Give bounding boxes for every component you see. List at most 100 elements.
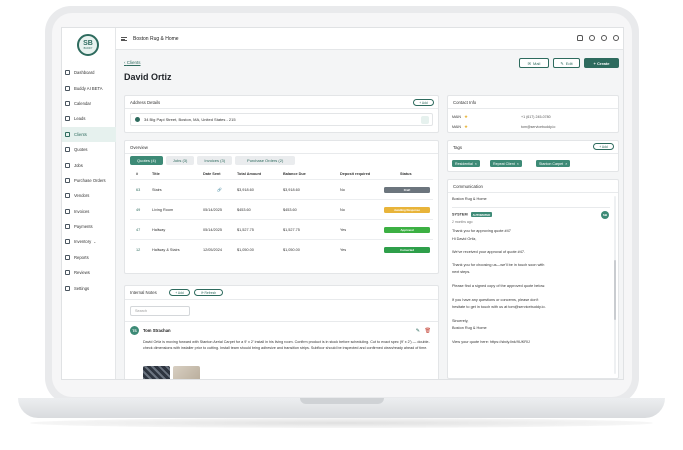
notes-card: Internal Notes + Add ⟳ Refresh Search TS…	[124, 285, 439, 379]
sidebar-item-buddy-ai-beta[interactable]: Buddy AI BETA	[62, 80, 116, 95]
sidebar-item-label: Payments	[74, 224, 93, 230]
message-line: Please find a signed copy of the approve…	[452, 284, 546, 288]
note-author-avatar: TS	[130, 326, 139, 335]
eye-icon[interactable]	[421, 116, 429, 124]
message-line: next steps.	[452, 270, 471, 274]
sidebar-item-reports[interactable]: Reports	[62, 250, 116, 265]
sidebar-item-label: Leads	[74, 116, 86, 122]
create-button[interactable]: + Create	[584, 58, 619, 68]
table-cell-title: Stairs	[152, 187, 162, 192]
bell-icon[interactable]	[577, 35, 583, 41]
table-row[interactable]: 47 Hallway 05/14/2025 $1,527.75 $1,527.75 Yes…	[130, 219, 433, 239]
message-line: hesitate to get in touch with us at tom@…	[452, 305, 546, 309]
message-time: 2 months ago	[452, 220, 473, 224]
vendors-icon	[65, 193, 70, 199]
table-row[interactable]: 49 Living Room 05/14/2025 $453.60 $453.60 No A…	[130, 199, 433, 219]
note-image-thumbnail[interactable]	[143, 366, 170, 379]
sidebar-item-label: Reports	[74, 254, 89, 260]
divider	[448, 192, 618, 193]
link-icon: 🔗	[217, 188, 222, 192]
message-line: Boston Rug & Home	[452, 326, 487, 330]
divider	[125, 321, 438, 322]
mail-button[interactable]: ✉ Mail	[519, 58, 549, 68]
add-address-button[interactable]: + Add	[413, 99, 434, 106]
sidebar: SB BUDDY Dashboard Buddy AI BETA Calendar L…	[62, 28, 116, 379]
mail-icon: ✉	[527, 60, 531, 66]
divider	[448, 108, 618, 109]
tag-chip[interactable]: Residential ×	[452, 160, 480, 167]
invoices-icon	[65, 208, 70, 214]
message-subject: Boston Rug & Home	[452, 197, 487, 201]
overview-card: Overview Quotes (4) Jobs (3) Invoices (3) P…	[124, 140, 439, 274]
help-icon[interactable]	[601, 35, 607, 41]
sidebar-item-payments[interactable]: Payments	[62, 219, 116, 234]
reviews-icon	[65, 270, 70, 276]
table-cell-total: $453.60	[237, 207, 251, 212]
close-icon[interactable]: ×	[517, 162, 519, 166]
sidebar-item-leads[interactable]: Leads	[62, 111, 116, 126]
gear-icon[interactable]	[613, 35, 619, 41]
tag-chip[interactable]: Repeat Client ×	[490, 160, 522, 167]
sidebar-item-invoices[interactable]: Invoices	[62, 204, 116, 219]
tab-jobs[interactable]: Jobs (3)	[165, 156, 195, 165]
communication-title: Communication	[453, 184, 483, 189]
tab-purchase[interactable]: Purchase Orders (2)	[235, 156, 296, 165]
edit-label: Edit	[565, 60, 573, 66]
mail-label: Mail	[533, 60, 541, 66]
tab-quotes[interactable]: Quotes (4)	[130, 156, 163, 165]
notes-search-input[interactable]: Search	[130, 306, 190, 316]
add-note-button[interactable]: + Add	[169, 289, 190, 296]
note-author: Tom Strachan	[143, 328, 171, 333]
close-icon[interactable]: ×	[565, 162, 567, 166]
pencil-icon[interactable]: ✎	[416, 328, 420, 334]
sidebar-item-jobs[interactable]: Jobs	[62, 157, 116, 172]
sidebar-item-clients[interactable]: Clients	[62, 126, 116, 142]
divider	[452, 207, 610, 208]
edit-button[interactable]: ✎ Edit	[553, 58, 580, 68]
app-logo[interactable]: SB BUDDY	[77, 34, 99, 56]
status-cell: Approved	[384, 220, 430, 239]
tab-invoices[interactable]: Invoices (3)	[197, 156, 233, 165]
divider	[125, 153, 438, 154]
sidebar-item-calendar[interactable]: Calendar	[62, 96, 116, 111]
column-header: Deposit required	[340, 171, 371, 176]
sidebar-item-inventory[interactable]: Inventory ⌄	[62, 234, 116, 249]
scrollbar-thumb[interactable]	[614, 260, 616, 320]
note-image-thumbnail[interactable]	[173, 366, 200, 379]
tag-chip[interactable]: Stanton Carpet ×	[536, 160, 571, 167]
tags-title: Tags	[453, 145, 463, 150]
communication-card: Communication Boston Rug & Home SYSTEM AU…	[447, 179, 619, 379]
quotes-table-header: # Title Date Sent Total Amount Balance Due De…	[130, 169, 433, 178]
sidebar-item-settings[interactable]: Settings	[62, 280, 116, 295]
close-icon[interactable]: ×	[475, 162, 477, 166]
table-row[interactable]: 63 Stairs 🔗 $3,918.60 $3,918.60 No Draft	[130, 179, 433, 199]
sidebar-item-label: Purchase Orders	[74, 177, 106, 183]
contact-row[interactable]: MAIN ★ tom@servicebuddy.io	[452, 122, 614, 132]
back-to-clients-link[interactable]: ‹ Clients	[124, 60, 141, 65]
trash-icon[interactable]: 🗑	[425, 328, 431, 334]
quotes-icon	[65, 147, 70, 153]
company-name: Boston Rug & Home	[133, 35, 179, 42]
status-cell: Awaiting Response	[384, 200, 430, 219]
add-tag-button[interactable]: + Add	[593, 143, 614, 150]
contact-value: tom@servicebuddy.io	[521, 125, 556, 129]
settings-icon	[65, 285, 70, 291]
sidebar-item-vendors[interactable]: Vendors	[62, 188, 116, 203]
sidebar-item-dashboard[interactable]: Dashboard	[62, 65, 116, 80]
refresh-notes-button[interactable]: ⟳ Refresh	[194, 289, 223, 296]
payments-icon	[65, 224, 70, 230]
table-cell-num: 63	[136, 187, 141, 192]
sidebar-item-quotes[interactable]: Quotes	[62, 142, 116, 157]
search-icon[interactable]	[589, 35, 595, 41]
table-row[interactable]: 12 Hallway & Stairs 12/05/2024 $1,050.00 $1,…	[130, 239, 433, 259]
status-badge: Draft	[384, 186, 430, 193]
sidebar-item-purchase-orders[interactable]: Purchase Orders	[62, 173, 116, 188]
inventory-icon	[65, 239, 70, 245]
menu-icon[interactable]	[121, 36, 127, 41]
sidebar-item-label: Buddy AI BETA	[74, 85, 103, 91]
table-cell-total: $1,527.75	[237, 227, 254, 232]
location-pin-icon	[135, 117, 140, 122]
sidebar-item-reviews[interactable]: Reviews	[62, 265, 116, 280]
contact-row[interactable]: MAIN ★ +1 (617) 245-0780	[452, 112, 614, 122]
divider	[125, 299, 438, 300]
